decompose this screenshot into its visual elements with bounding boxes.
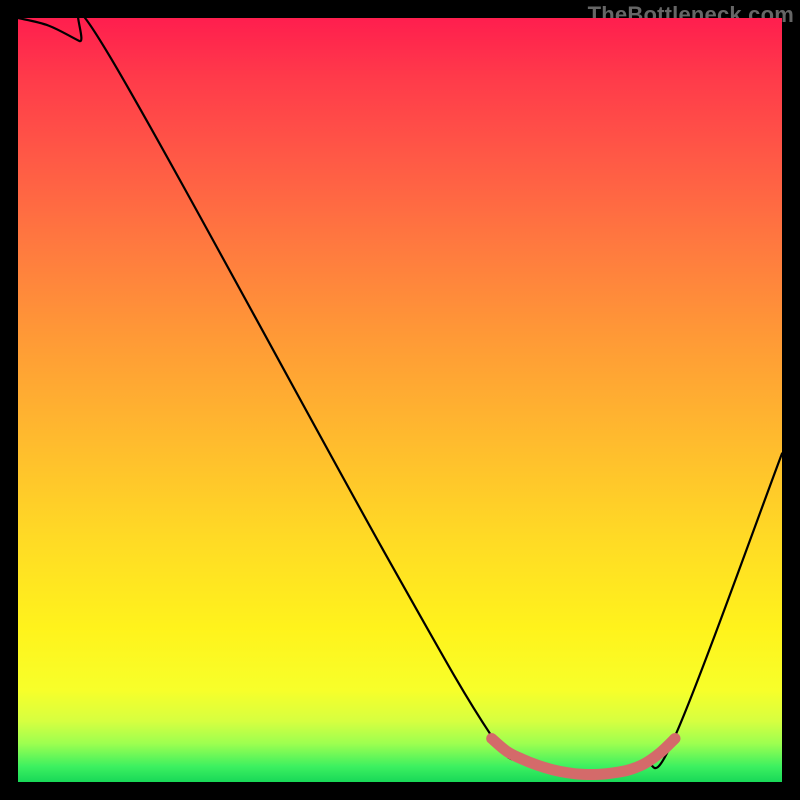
gradient-background [18,18,782,782]
chart-frame [18,18,782,782]
